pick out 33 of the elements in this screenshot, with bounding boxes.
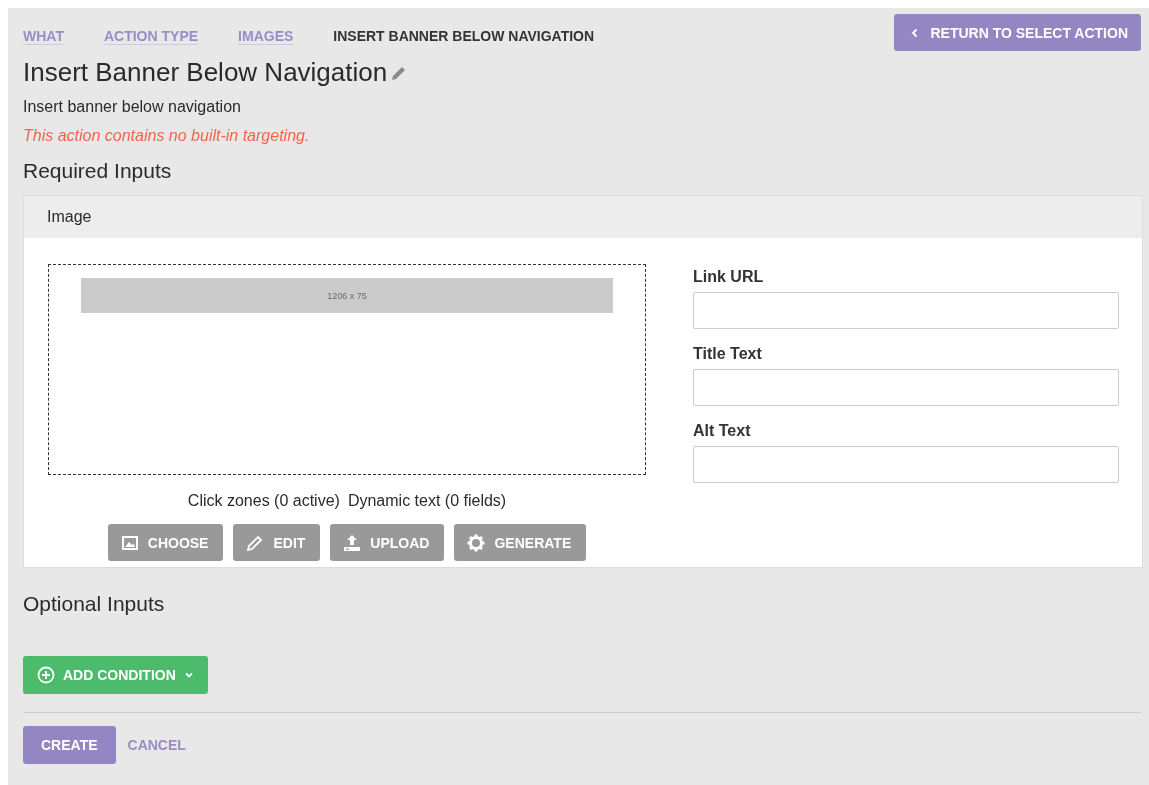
gear-icon [467,533,486,552]
image-action-button[interactable]: UPLOAD [330,524,445,561]
add-condition-button[interactable]: ADD CONDITION [23,656,208,694]
image-icon [120,534,139,551]
input-field[interactable] [693,369,1119,406]
field-label: Link URL [693,268,765,286]
field-label: Alt Text [693,422,752,440]
description: Insert banner below navigation [23,98,242,116]
plus-circle-icon [37,666,55,684]
cancel-link[interactable]: CANCEL [127,737,186,753]
image-action-button[interactable]: GENERATE [454,524,587,561]
panel-title: Image [47,208,92,226]
image-size-label: 1206 x 75 [327,290,367,301]
pencil-icon [246,533,265,552]
page-title: Insert Banner Below Navigation [23,57,388,88]
breadcrumb-link[interactable]: INSERT BANNER BELOW NAVIGATION [333,27,595,44]
input-field[interactable] [693,446,1119,483]
input-field[interactable] [693,292,1119,329]
dynamic-text-count: Dynamic text (0 fields) [347,492,507,510]
return-button[interactable]: RETURN TO SELECT ACTION [894,14,1141,51]
section-heading: Optional Inputs [23,592,166,616]
field-label: Title Text [693,345,763,363]
breadcrumb-link[interactable]: ACTION TYPE [103,27,199,44]
create-button[interactable]: CREATE [23,726,116,764]
upload-icon [343,533,362,552]
click-zones-text: Click zones (0 active) [187,492,340,510]
image-action-button[interactable]: EDIT [233,524,321,561]
warning-text: This action contains no built-in targeting. [23,127,311,145]
breadcrumb-link[interactable]: WHAT [23,27,64,44]
image-action-button[interactable]: CHOOSE [107,524,224,561]
section-heading: Required Inputs [23,159,173,183]
caret-icon [183,670,194,680]
breadcrumb-link[interactable]: IMAGES [238,27,294,44]
